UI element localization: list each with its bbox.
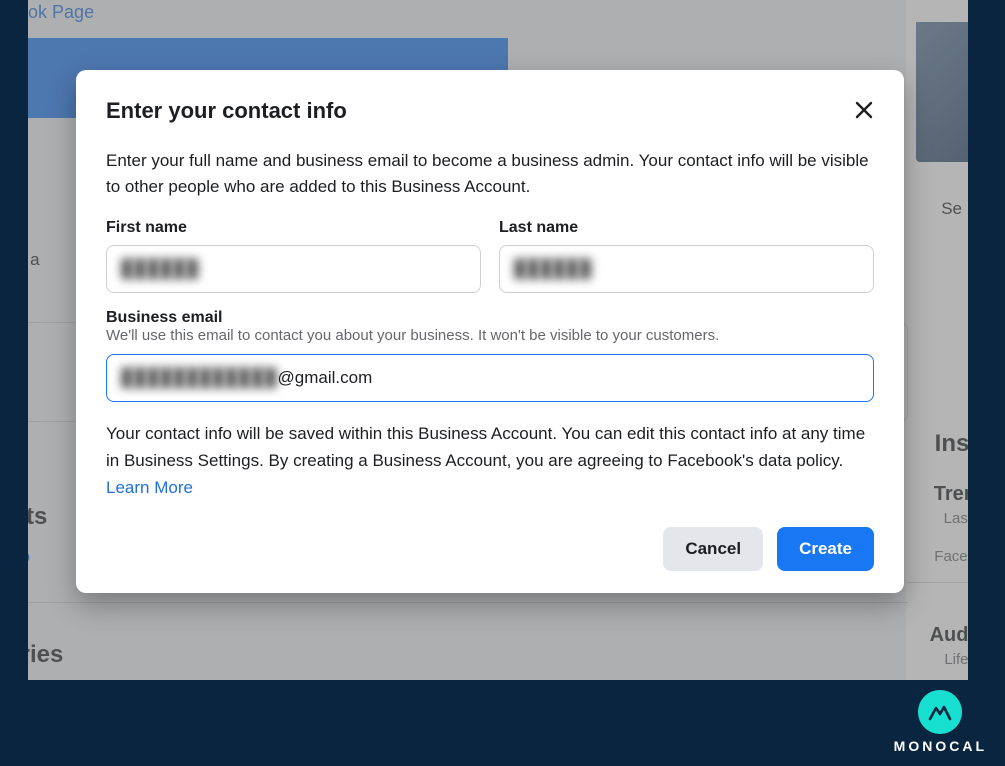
last-name-value-redacted: ██████ — [514, 259, 592, 279]
business-email-suffix: @gmail.com — [278, 368, 373, 388]
close-icon — [855, 101, 873, 119]
business-email-input[interactable]: ████████████@gmail.com — [106, 354, 874, 402]
watermark: MONOCAL — [894, 690, 987, 754]
first-name-value-redacted: ██████ — [121, 259, 199, 279]
disclaimer-text: Your contact info will be saved within t… — [106, 424, 865, 470]
close-button[interactable] — [850, 96, 878, 124]
business-email-prefix-redacted: ████████████ — [121, 368, 278, 388]
watermark-text: MONOCAL — [894, 738, 987, 754]
modal-disclaimer: Your contact info will be saved within t… — [106, 420, 874, 502]
modal-title: Enter your contact info — [106, 98, 874, 124]
last-name-input[interactable]: ██████ — [499, 245, 874, 293]
last-name-label: Last name — [499, 219, 874, 237]
watermark-logo-icon — [918, 690, 962, 734]
modal-description: Enter your full name and business email … — [106, 148, 874, 201]
first-name-label: First name — [106, 219, 481, 237]
first-name-input[interactable]: ██████ — [106, 245, 481, 293]
learn-more-link[interactable]: Learn More — [106, 478, 193, 497]
create-button[interactable]: Create — [777, 527, 874, 571]
cancel-button[interactable]: Cancel — [663, 527, 763, 571]
business-email-label: Business email — [106, 309, 223, 326]
contact-info-modal: Enter your contact info Enter your full … — [76, 70, 904, 593]
app-window: ebook Page ave a Ea Wit gue osts st to t… — [28, 0, 968, 680]
business-email-help: We'll use this email to contact you abou… — [106, 327, 874, 344]
modal-footer: Cancel Create — [106, 527, 874, 571]
